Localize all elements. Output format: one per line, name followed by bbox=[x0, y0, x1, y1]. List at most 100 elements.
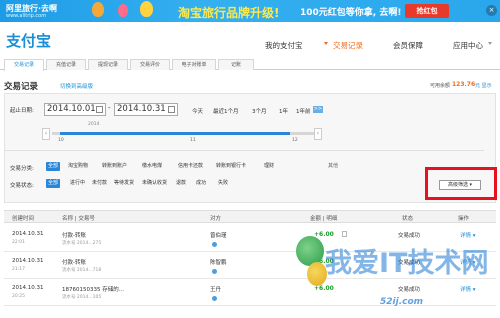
tab-statements[interactable]: 电子对账单 bbox=[172, 59, 216, 70]
start-date-input[interactable]: 2014.10.01 bbox=[44, 103, 106, 116]
nav-app-center[interactable]: 应用中心 bbox=[453, 40, 483, 51]
category-finance[interactable]: 理财 bbox=[262, 162, 276, 171]
start-date-value: 2014.10.01 bbox=[47, 104, 96, 114]
timeline-next-icon[interactable]: › bbox=[314, 128, 322, 140]
status-refund[interactable]: 退款 bbox=[174, 179, 188, 188]
tab-bookkeeping[interactable]: 记账 bbox=[218, 59, 254, 70]
status-failed[interactable]: 失败 bbox=[216, 179, 230, 188]
balance-unit: 元 显示 bbox=[475, 83, 492, 89]
balloon-decoration bbox=[92, 2, 104, 17]
chevron-down-icon[interactable] bbox=[488, 42, 492, 45]
row-date: 2014.10.31 bbox=[12, 285, 44, 291]
watermark-url: 52ij.com bbox=[380, 297, 424, 307]
status-label: 交易状态: bbox=[10, 183, 34, 189]
category-bank-transfer[interactable]: 转账到银行卡 bbox=[214, 162, 248, 171]
site-header: 支付宝 我的支付宝 交易记录 会员保障 应用中心 bbox=[0, 22, 500, 58]
status-unconfirmed[interactable]: 未确认收货 bbox=[140, 179, 169, 188]
timeline-year: 2014 bbox=[88, 122, 100, 127]
table-header: 创建时间 名称 | 交易号 对方 金额 | 明细 状态 操作 bbox=[4, 210, 496, 223]
row-party: 曾伯瑾 bbox=[210, 233, 227, 239]
status-awaiting-shipment[interactable]: 等待发货 bbox=[112, 179, 136, 188]
tab-transactions[interactable]: 交易记录 bbox=[4, 59, 44, 71]
tab-reviews[interactable]: 交易评价 bbox=[130, 59, 170, 70]
contact-icon[interactable] bbox=[212, 242, 217, 247]
row-details-link[interactable]: 详情 ▾ bbox=[460, 285, 476, 293]
col-action: 操作 bbox=[458, 216, 470, 222]
timeline-month: 10 bbox=[58, 138, 64, 143]
balance-label: 可用余额 bbox=[430, 83, 451, 89]
quick-range-1-month[interactable]: 最近1个月 bbox=[213, 107, 239, 115]
filter-divider bbox=[4, 150, 484, 151]
calendar-icon[interactable] bbox=[96, 106, 103, 113]
category-utilities[interactable]: 缴水电煤 bbox=[140, 162, 164, 171]
nav-member-protection[interactable]: 会员保障 bbox=[393, 40, 423, 51]
row-name[interactable]: 付款-转账 bbox=[62, 258, 86, 266]
row-name[interactable]: 18760150335 存储的... bbox=[62, 285, 124, 293]
row-date: 2014.10.31 bbox=[12, 231, 44, 237]
grab-red-packet-button[interactable]: 抢红包 bbox=[405, 4, 449, 18]
col-name: 名称 | 交易号 bbox=[62, 216, 95, 222]
balloon-decoration bbox=[118, 4, 128, 17]
row-name[interactable]: 付款-转账 bbox=[62, 231, 86, 239]
calendar-icon[interactable] bbox=[168, 106, 175, 113]
ad-offer: 100元红包等你拿, 去啊! bbox=[300, 8, 402, 18]
category-all[interactable]: 全部 bbox=[46, 162, 61, 171]
col-status: 状态 bbox=[402, 216, 414, 222]
timeline-month: 11 bbox=[190, 138, 196, 143]
status-success[interactable]: 成功 bbox=[194, 179, 208, 188]
category-label: 交易分类: bbox=[10, 166, 34, 172]
row-serial: 流水号 2014...275 bbox=[62, 241, 102, 246]
nav-active-indicator-icon bbox=[324, 42, 328, 45]
end-date-input[interactable]: 2014.10.31 bbox=[114, 103, 178, 116]
quick-range-today[interactable]: 今天 bbox=[192, 107, 203, 115]
row-time: 20:25 bbox=[12, 294, 25, 299]
status-in-progress[interactable]: 进行中 bbox=[68, 179, 87, 188]
row-serial: 流水号 2014...718 bbox=[62, 268, 102, 273]
quick-range-over-1-year[interactable]: 1年前 bbox=[296, 107, 311, 115]
category-more[interactable]: 其他 bbox=[326, 162, 340, 171]
category-taobao[interactable]: 淘宝购物 bbox=[66, 162, 90, 171]
row-party: 王丹 bbox=[210, 287, 222, 293]
row-serial: 流水号 2014...105 bbox=[62, 295, 102, 300]
category-credit-card[interactable]: 信用卡还款 bbox=[176, 162, 205, 171]
col-party: 对方 bbox=[210, 216, 222, 222]
switch-advanced-link[interactable]: 切换到高级版 bbox=[60, 82, 93, 90]
row-status: 交易成功 bbox=[398, 287, 421, 293]
watermark-logo bbox=[307, 262, 327, 286]
row-date: 2014.10.31 bbox=[12, 258, 44, 264]
show-balance-link[interactable]: 显示 bbox=[482, 83, 492, 89]
quick-range-1-year[interactable]: 1年 bbox=[279, 107, 288, 115]
row-amount: +6.00 bbox=[314, 231, 334, 238]
nav-my-alipay[interactable]: 我的支付宝 bbox=[265, 40, 303, 51]
row-amount: +6.00 bbox=[314, 285, 334, 292]
ad-headline: 淘宝旅行品牌升级! bbox=[178, 6, 280, 20]
tab-recharge[interactable]: 充值记录 bbox=[46, 59, 86, 70]
details-note-icon[interactable] bbox=[342, 231, 347, 237]
end-date-value: 2014.10.31 bbox=[117, 104, 166, 114]
alipay-logo[interactable]: 支付宝 bbox=[6, 30, 51, 51]
row-time: 21:17 bbox=[12, 267, 25, 272]
quick-range-more-icon[interactable]: >> bbox=[313, 106, 323, 113]
row-time: 22:01 bbox=[12, 240, 25, 245]
timeline-prev-icon[interactable]: ‹ bbox=[42, 128, 50, 140]
timeline-selection[interactable] bbox=[60, 132, 290, 135]
category-transfer-account[interactable]: 转账到账户 bbox=[100, 162, 129, 171]
highlight-box bbox=[425, 167, 497, 200]
close-ad-icon[interactable]: × bbox=[486, 5, 497, 16]
tab-withdraw[interactable]: 提现记录 bbox=[88, 59, 128, 70]
nav-transaction-records[interactable]: 交易记录 bbox=[333, 40, 363, 51]
row-party: 陈智鹏 bbox=[210, 260, 227, 266]
date-range-label: 起止日期: bbox=[10, 108, 34, 114]
status-unpaid[interactable]: 未付款 bbox=[90, 179, 109, 188]
contact-icon[interactable] bbox=[212, 296, 217, 301]
col-amount: 金额 | 明细 bbox=[310, 216, 338, 222]
status-all[interactable]: 全部 bbox=[46, 179, 61, 188]
alitrip-url: www.alitrip.com bbox=[6, 13, 47, 19]
page-title: 交易记录 bbox=[4, 82, 39, 92]
balance-value: 123.76 bbox=[452, 81, 476, 88]
contact-icon[interactable] bbox=[212, 269, 217, 274]
quick-range-3-months[interactable]: 3个月 bbox=[252, 107, 267, 115]
ad-banner[interactable]: 阿里旅行·去啊 www.alitrip.com 淘宝旅行品牌升级! 100元红包… bbox=[0, 0, 500, 22]
row-details-link[interactable]: 详情 ▾ bbox=[460, 231, 476, 239]
balloon-decoration bbox=[140, 1, 153, 17]
